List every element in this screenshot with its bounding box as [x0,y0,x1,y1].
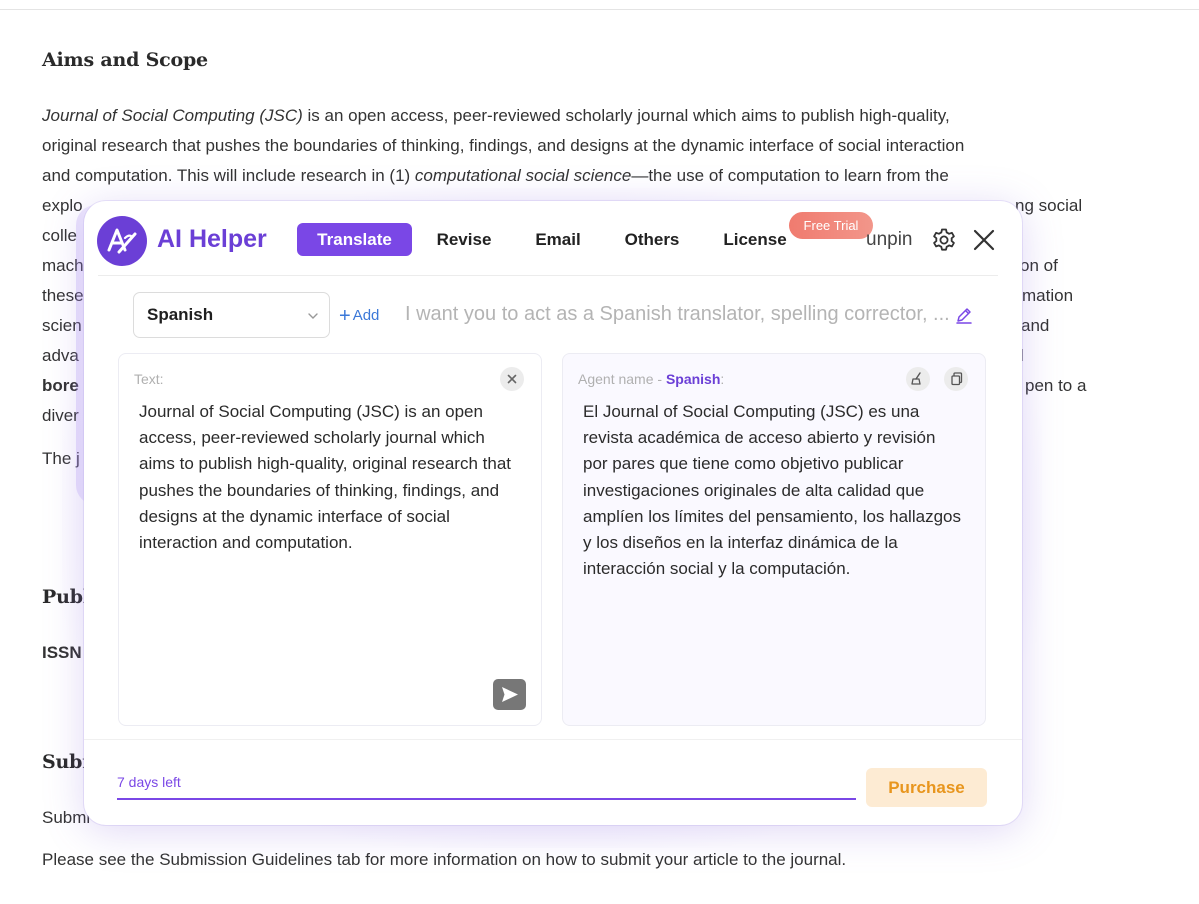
journal-name: Journal of Social Computing (JSC) [42,106,303,125]
line-text: is an open access, peer-reviewed scholar… [302,106,950,125]
emphasis-text: computational social science [414,166,632,185]
clear-icon[interactable] [500,367,524,391]
purchase-button[interactable]: Purchase [866,768,987,807]
aims-paragraph-line-3: and computation. This will include resea… [42,161,949,191]
line-text: and computation. This will include resea… [42,166,415,185]
copy-icon[interactable] [944,367,968,391]
header-divider [98,275,998,276]
prompt-text[interactable]: I want you to act as a Spanish translato… [405,303,950,326]
add-language-button[interactable]: + Add [339,305,379,328]
aims-paragraph-line-2: original research that pushes the bounda… [42,136,965,155]
free-trial-badge: Free Trial [789,212,873,239]
agent-label: Agent name - Spanish: [578,371,724,387]
submission-guidelines-note: Please see the Submission Guidelines tab… [42,850,847,869]
tab-translate[interactable]: Translate [297,223,412,256]
agent-label-prefix: Agent name - [578,371,666,387]
source-text[interactable]: Journal of Social Computing (JSC) is an … [139,399,519,556]
gear-icon[interactable] [931,227,957,253]
unpin-button[interactable]: unpin [866,229,913,251]
translation-result-panel: Agent name - Spanish: El Journal of Soci… [562,353,986,726]
tab-email[interactable]: Email [530,223,586,256]
logo-icon [97,216,147,266]
agent-label-suffix: : [720,371,725,387]
source-text-panel[interactable]: Text: Journal of Social Computing (JSC) … [118,353,542,726]
trial-days-left: 7 days left [117,774,181,790]
aims-heading: Aims and Scope [42,49,208,71]
close-icon[interactable] [971,227,997,253]
aims-paragraph-line-1: Journal of Social Computing (JSC) is an … [42,101,950,131]
line-text: —the use of computation to learn from th… [631,166,949,185]
language-select[interactable]: Spanish [133,292,330,338]
top-divider [0,9,1199,10]
ai-helper-panel: AI Helper Translate Revise Email Others … [84,201,1022,825]
edit-icon[interactable] [954,305,974,325]
broom-icon[interactable] [906,367,930,391]
tab-others[interactable]: Others [620,223,684,256]
send-icon[interactable] [493,679,526,710]
trial-progress-bar [117,798,856,800]
source-label: Text: [134,371,164,387]
translated-text: El Journal of Social Computing (JSC) es … [583,402,961,579]
agent-name: Spanish [665,371,721,387]
app-title: AI Helper [157,225,267,253]
plus-icon: + [339,305,351,327]
selected-language: Spanish [147,305,214,324]
tab-revise[interactable]: Revise [429,223,499,256]
chevron-down-icon [308,313,318,319]
footer-divider [84,739,1022,740]
tab-license[interactable]: License [720,223,790,256]
add-label: Add [352,307,380,324]
